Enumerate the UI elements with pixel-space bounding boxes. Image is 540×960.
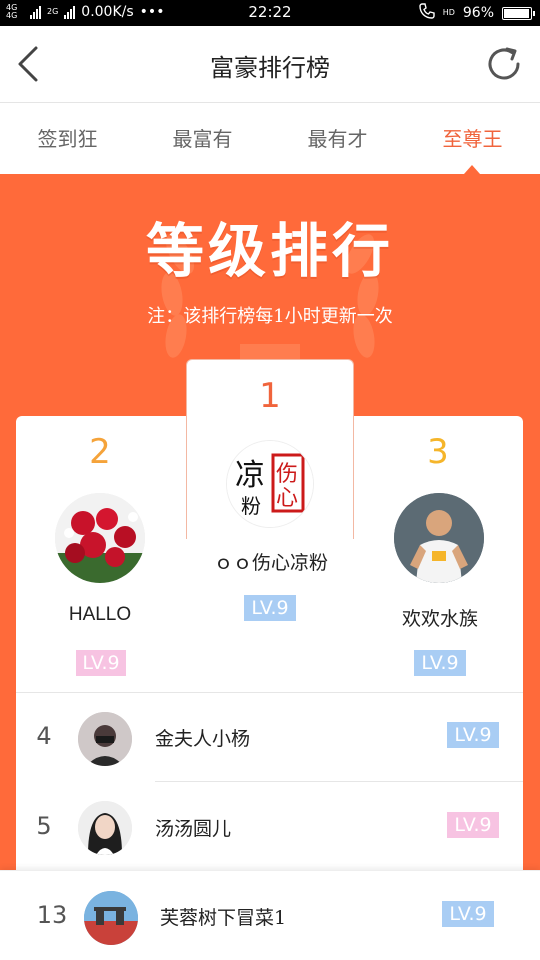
rank-1-number: 1 [259,376,281,416]
avatar-char-1: 凉 [235,458,265,493]
avatar[interactable] [84,891,138,945]
hero-title: 等级排行 [145,217,394,285]
divider [16,692,523,693]
my-user-name: 芙蓉树下冒菜1 [160,907,287,929]
rank-2-level-badge: LV.9 [76,650,126,676]
user-avatar-image [84,891,138,945]
tab-richest[interactable]: 最富有 [135,103,270,175]
battery-percent: 96% [462,5,494,21]
rank-2-name: HALLO [68,604,132,625]
rank-1-level-badge: LV.9 [244,595,296,621]
hd-label: HD [442,8,455,17]
phone-icon [418,3,435,23]
avatar[interactable] [78,801,132,855]
my-rank-number: 13 [36,901,68,929]
rank-3-number: 3 [427,432,449,472]
rank-1-name: ｏｏ伤心凉粉 [213,552,328,574]
user-avatar-image [78,712,132,766]
update-note: 注：该排行榜每1小时更新一次 [147,306,393,327]
level-badge: LV.9 [447,812,499,838]
ranking-tabs: 签到狂 最富有 最有才 至尊王 [0,103,540,175]
divider [155,781,523,782]
avatar[interactable] [394,493,484,583]
tab-talent[interactable]: 最有才 [270,103,405,175]
calligraphy-avatar-image: 凉 伤 粉 心 [227,441,313,527]
tab-checkin[interactable]: 签到狂 [0,103,135,175]
refresh-button[interactable] [482,42,526,86]
my-level-badge: LV.9 [442,901,494,927]
avatar[interactable] [78,712,132,766]
level-badge: LV.9 [447,722,499,748]
avatar-char-2: 伤 [276,462,298,487]
avatar[interactable] [55,493,145,583]
user-name: 汤汤圆儿 [155,818,232,840]
avatar[interactable]: 凉 伤 粉 心 [226,440,314,528]
roses-avatar-image [55,493,145,583]
user-avatar-image [78,801,132,855]
status-right: HD 96% [418,3,535,23]
rank-number: 4 [36,722,52,750]
page-title: 富豪排行榜 [210,54,330,82]
app-header: 富豪排行榜 [0,26,540,103]
rank-2-number: 2 [89,432,111,472]
user-name: 金夫人小杨 [155,728,251,750]
battery-icon [502,6,535,20]
active-tab-indicator [464,165,480,174]
rank-3-level-badge: LV.9 [414,650,466,676]
player-avatar-image [394,493,484,583]
avatar-char-3: 粉 [241,494,261,518]
status-bar: 4G 4G 2G 0.00K/s ••• 22:22 HD 96% [0,0,540,26]
my-rank-bar: 13 芙蓉树下冒菜1 LV.9 [0,870,540,960]
refresh-icon [488,47,520,80]
rank-number: 5 [36,812,52,840]
rank-3-name: 欢欢水族 [401,608,478,630]
avatar-char-4: 心 [276,486,298,511]
